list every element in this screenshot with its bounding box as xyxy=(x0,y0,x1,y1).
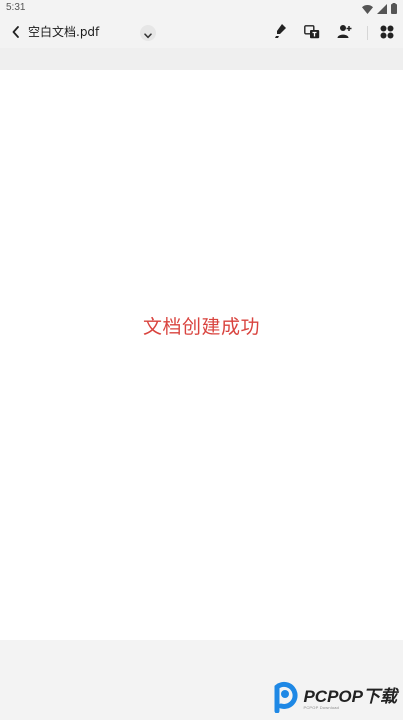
translate-icon xyxy=(304,24,320,43)
watermark-subtext: PCPOP Download xyxy=(303,705,340,710)
status-icons xyxy=(362,2,397,14)
wifi-icon xyxy=(362,0,373,18)
bottom-area: PCPOP下载 PCPOP Download xyxy=(0,640,403,720)
share-button[interactable] xyxy=(336,24,354,42)
share-user-icon xyxy=(337,24,353,43)
highlighter-icon xyxy=(274,23,288,43)
status-bar: 5:31 xyxy=(0,0,403,16)
toolbar-divider xyxy=(367,26,368,40)
more-apps-button[interactable] xyxy=(378,24,396,42)
translate-button[interactable] xyxy=(303,24,321,42)
toolbar-spacer xyxy=(0,48,403,70)
document-toolbar: 空白文档.pdf xyxy=(0,16,403,48)
document-page[interactable]: 文档创建成功 xyxy=(0,70,403,640)
chevron-down-icon xyxy=(144,24,152,43)
watermark: PCPOP下载 PCPOP Download xyxy=(271,681,397,717)
status-time: 5:31 xyxy=(6,2,26,13)
apps-grid-icon xyxy=(380,24,394,43)
watermark-text: PCPOP下载 xyxy=(303,687,397,706)
watermark-text-group: PCPOP下载 PCPOP Download xyxy=(303,688,397,710)
signal-icon xyxy=(377,0,387,18)
back-button[interactable] xyxy=(8,24,24,40)
document-title[interactable]: 空白文档.pdf xyxy=(28,24,99,40)
title-dropdown-button[interactable] xyxy=(140,25,156,41)
annotate-button[interactable] xyxy=(272,24,290,42)
pcpop-logo-icon xyxy=(271,681,299,717)
battery-icon xyxy=(391,0,397,18)
chevron-left-icon xyxy=(11,23,21,42)
success-message: 文档创建成功 xyxy=(142,316,260,338)
